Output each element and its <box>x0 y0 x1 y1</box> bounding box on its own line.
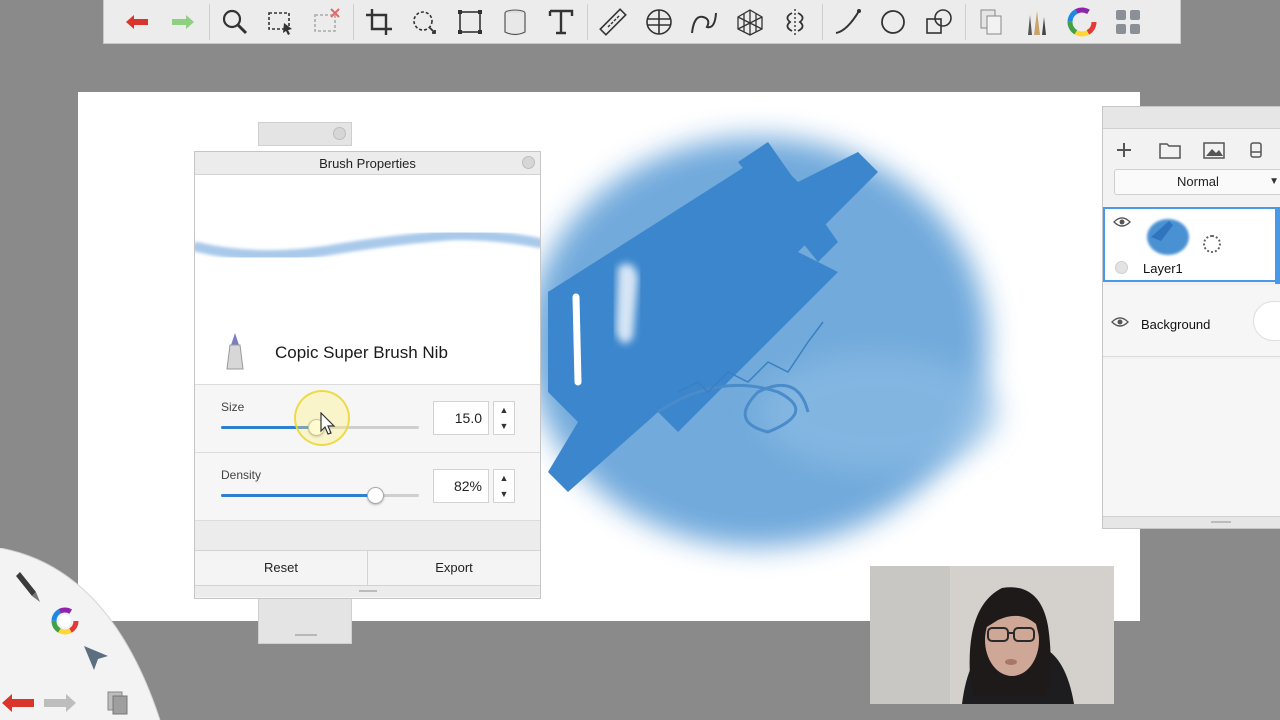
chevron-up-icon[interactable]: ▲ <box>500 405 509 415</box>
blend-mode-value: Normal <box>1177 174 1219 189</box>
layer-row-background[interactable]: Background <box>1103 285 1280 357</box>
reset-button[interactable]: Reset <box>195 551 367 585</box>
layer-lock-icon[interactable] <box>1115 261 1128 274</box>
brush-panel-tab-button[interactable] <box>333 127 346 140</box>
select-icon[interactable] <box>262 3 300 41</box>
density-stepper[interactable]: ▲ ▼ <box>493 469 515 503</box>
toolbar-divider <box>821 3 823 40</box>
size-control: Size 15.0 ▲ ▼ <box>195 385 540 453</box>
undo-icon[interactable] <box>118 3 156 41</box>
perspective-icon[interactable] <box>731 3 769 41</box>
mouse-pointer-icon <box>320 411 336 441</box>
blend-mode-dropdown[interactable]: Normal ▼ <box>1114 169 1280 195</box>
grip-handle[interactable] <box>359 590 377 592</box>
presenter-video <box>870 566 1114 704</box>
toolbar-divider <box>352 3 354 40</box>
fill-bucket-icon[interactable] <box>496 3 534 41</box>
add-image-icon[interactable] <box>1203 141 1247 159</box>
chevron-down-icon: ▼ <box>1269 176 1279 187</box>
stamp-icon[interactable] <box>920 3 958 41</box>
ruler-icon[interactable] <box>594 3 632 41</box>
toolbar-divider <box>209 3 210 40</box>
color-wheel-icon[interactable] <box>1063 3 1101 41</box>
panel-spacer <box>195 521 540 551</box>
chevron-up-icon[interactable]: ▲ <box>500 473 509 483</box>
symmetry-icon[interactable] <box>776 3 814 41</box>
density-slider-knob[interactable] <box>367 487 385 504</box>
layer-name: Layer1 <box>1143 261 1183 276</box>
size-stepper[interactable]: ▲ ▼ <box>493 401 515 435</box>
brush-panel-bottom-tab[interactable] <box>258 598 352 644</box>
visibility-eye-icon[interactable] <box>1113 215 1131 233</box>
layers-panel-header[interactable] <box>1103 107 1280 129</box>
main-toolbar <box>103 0 1181 44</box>
background-color-swatch[interactable] <box>1253 301 1280 341</box>
chevron-down-icon[interactable]: ▼ <box>500 421 509 431</box>
transform-icon[interactable] <box>405 3 443 41</box>
zoom-icon[interactable] <box>216 3 254 41</box>
panel-title-text: Brush Properties <box>319 156 416 171</box>
panel-close-button[interactable] <box>522 156 535 169</box>
toolbar-divider <box>965 3 966 40</box>
copy-paste-icon[interactable] <box>972 3 1010 41</box>
size-label: Size <box>221 400 245 414</box>
redo-icon[interactable] <box>164 3 202 41</box>
brush-stroke-preview: Copic Super Brush Nib <box>195 175 540 385</box>
grip-handle[interactable] <box>1211 521 1231 523</box>
stroke-line-icon[interactable] <box>829 3 867 41</box>
layer-menu-icon[interactable] <box>1247 141 1280 159</box>
export-button[interactable]: Export <box>367 551 540 585</box>
density-value-field[interactable]: 82% <box>433 469 489 503</box>
color-puck-icon[interactable] <box>50 606 80 641</box>
shape-ellipse-icon[interactable] <box>874 3 912 41</box>
copy-paste-icon[interactable] <box>104 688 132 720</box>
layers-panel: Normal ▼ Layer1 Background <box>1102 106 1280 529</box>
density-control: Density 82% ▲ ▼ <box>195 453 540 521</box>
density-label: Density <box>221 468 262 482</box>
ui-toggle-icon[interactable] <box>1109 3 1147 41</box>
panel-footer[interactable] <box>195 585 540 597</box>
size-value-field[interactable]: 15.0 <box>433 401 489 435</box>
brush-library-icon[interactable] <box>1018 3 1056 41</box>
layer-row-layer1[interactable]: Layer1 <box>1103 207 1280 284</box>
lagoon-radial-menu <box>0 547 200 720</box>
visibility-eye-icon[interactable] <box>1111 315 1129 333</box>
text-icon[interactable] <box>542 3 580 41</box>
redo-icon[interactable] <box>42 690 78 720</box>
select-clear-icon[interactable] <box>307 3 345 41</box>
layer-selection-indicator <box>1275 209 1280 284</box>
density-slider[interactable] <box>221 487 419 504</box>
layers-empty-area <box>1103 359 1280 519</box>
webcam-overlay <box>870 566 1114 704</box>
layer-thumbnail <box>1141 215 1191 257</box>
grip-handle[interactable] <box>295 634 317 636</box>
layer-loading-icon <box>1203 235 1221 253</box>
add-layer-icon[interactable] <box>1115 141 1159 159</box>
chevron-down-icon[interactable]: ▼ <box>500 489 509 499</box>
french-curve-icon[interactable] <box>685 3 723 41</box>
crop-icon[interactable] <box>360 3 398 41</box>
brush-name-label: Copic Super Brush Nib <box>275 343 448 362</box>
layer-group-folder-icon[interactable] <box>1159 141 1203 159</box>
layers-panel-footer[interactable] <box>1103 516 1280 528</box>
brush-panel-drag-tab[interactable] <box>258 122 352 146</box>
ellipse-guide-icon[interactable] <box>640 3 678 41</box>
undo-icon[interactable] <box>0 690 36 720</box>
brush-properties-panel: Brush Properties Copic Super Brush Nib S… <box>194 151 541 599</box>
layer-name: Background <box>1141 317 1211 332</box>
brush-tool-icon[interactable] <box>10 570 42 609</box>
select-arrow-icon[interactable] <box>82 644 110 677</box>
density-slider-fill <box>221 494 376 497</box>
distort-icon[interactable] <box>451 3 489 41</box>
layers-actions <box>1103 129 1280 171</box>
brush-properties-title[interactable]: Brush Properties <box>195 152 540 175</box>
panel-actions: Reset Export <box>195 551 540 585</box>
toolbar-divider <box>587 3 588 40</box>
